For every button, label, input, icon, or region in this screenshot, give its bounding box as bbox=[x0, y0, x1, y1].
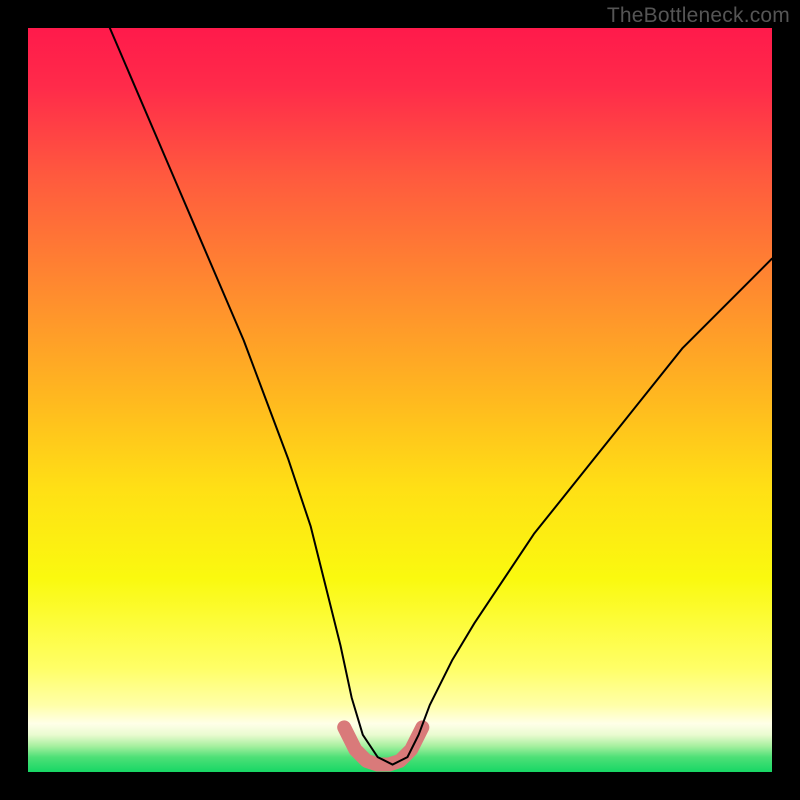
chart-svg bbox=[28, 28, 772, 772]
watermark-text: TheBottleneck.com bbox=[607, 4, 790, 28]
plot-area bbox=[28, 28, 772, 772]
bottleneck-curve bbox=[110, 28, 772, 765]
chart-frame: TheBottleneck.com bbox=[0, 0, 800, 800]
